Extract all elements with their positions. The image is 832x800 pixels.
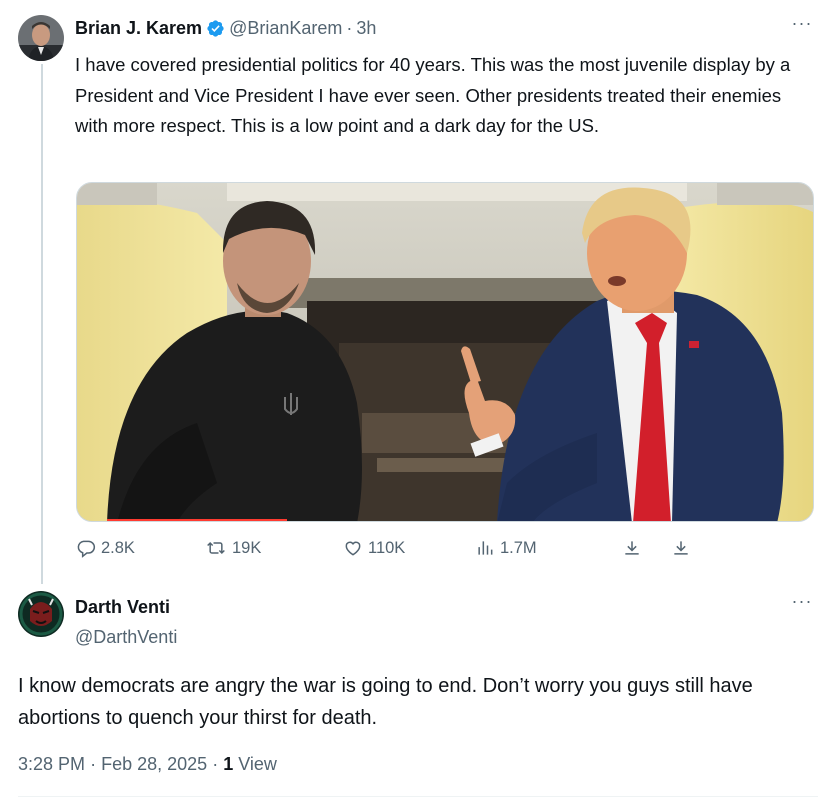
reply-header: Darth Venti @DarthVenti [75, 596, 177, 648]
retweet-button[interactable]: 19K [205, 538, 261, 558]
display-name[interactable]: Brian J. Karem [75, 18, 202, 39]
tweet-header: Brian J. Karem @BrianKarem · 3h [75, 18, 376, 39]
verified-badge-icon [206, 19, 225, 38]
reply-button[interactable]: 2.8K [76, 538, 135, 558]
separator-dot: · [346, 18, 353, 38]
like-icon [345, 541, 361, 556]
handle[interactable]: @DarthVenti [75, 626, 177, 648]
reply-count: 2.8K [101, 538, 135, 557]
display-name[interactable]: Darth Venti [75, 596, 177, 618]
view-label: View [238, 754, 277, 774]
tweet-actions: 2.8K 19K 110K 1.7M [76, 538, 816, 564]
divider [18, 796, 818, 797]
avatar[interactable] [18, 15, 64, 61]
views-icon [478, 541, 493, 555]
thread-connector-line [41, 64, 43, 584]
bookmark-icon [625, 541, 639, 555]
handle[interactable]: @BrianKarem [229, 18, 342, 39]
more-options-icon[interactable]: ··· [790, 14, 814, 38]
views-button[interactable]: 1.7M [475, 538, 537, 558]
reply-text: I know democrats are angry the war is go… [18, 675, 753, 729]
separator-dot: · [90, 754, 97, 774]
post-time[interactable]: 3:28 PM [18, 754, 85, 774]
retweet-icon [207, 541, 225, 555]
more-options-icon[interactable]: ··· [790, 592, 814, 616]
bookmark-button[interactable] [622, 538, 647, 558]
share-button[interactable] [671, 538, 696, 558]
retweet-count: 19K [232, 538, 262, 557]
avatar[interactable] [18, 591, 64, 637]
post-date[interactable]: Feb 28, 2025 [101, 754, 207, 774]
like-count: 110K [368, 538, 406, 557]
share-icon [674, 541, 688, 555]
view-count: 1 [223, 754, 234, 774]
tweet-photo[interactable] [76, 182, 814, 522]
timestamp[interactable]: 3h [356, 18, 376, 39]
like-button[interactable]: 110K [343, 538, 405, 558]
reply-icon [77, 540, 96, 558]
tweet-meta: 3:28 PM · Feb 28, 2025 · 1 View [18, 754, 277, 775]
tweet-text: I have covered presidential politics for… [75, 54, 791, 136]
separator-dot: · [212, 754, 219, 774]
views-count: 1.7M [500, 538, 537, 557]
